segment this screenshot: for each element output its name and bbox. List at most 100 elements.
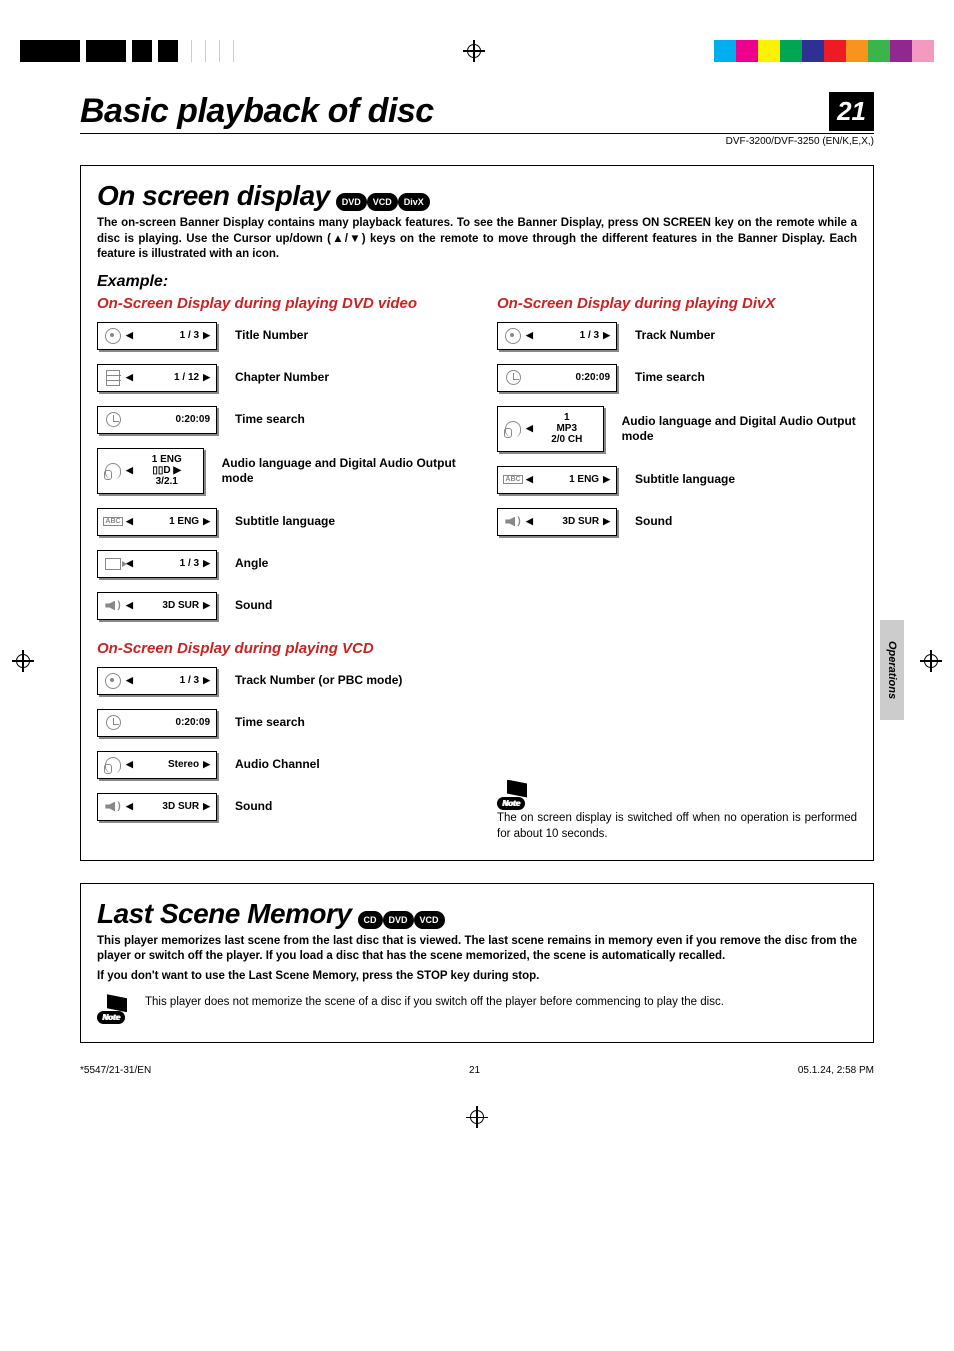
vcd-heading: On-Screen Display during playing VCD <box>97 640 457 657</box>
right-color-blocks <box>714 40 934 62</box>
disc-badge-dvd: DVD <box>383 911 414 929</box>
osd-row: ◀1 / 3▶Track Number (or PBC mode) <box>97 667 457 695</box>
osd-description: Audio language and Digital Audio Output … <box>622 414 857 444</box>
osd-value: 1 ENG <box>537 474 599 485</box>
osd-value: 1 ENG <box>137 516 199 527</box>
osd-indicator-box: ◀1 / 12▶ <box>97 364 217 392</box>
osd-description: Track Number <box>635 328 715 343</box>
osd-indicator-box: 0:20:09 <box>497 364 617 392</box>
right-arrow-icon: ▶ <box>203 600 210 611</box>
registration-mark-right-icon <box>920 650 942 672</box>
osd-indicator-box: )◀3D SUR▶ <box>497 508 617 536</box>
disc-icon <box>104 672 122 690</box>
osd-description: Time search <box>235 715 305 730</box>
head-icon <box>104 462 122 480</box>
left-arrow-icon: ◀ <box>126 675 133 686</box>
osd-description: Audio Channel <box>235 757 320 772</box>
osd-description: Time search <box>635 370 705 385</box>
left-arrow-icon: ◀ <box>126 600 133 611</box>
left-arrow-icon: ◀ <box>126 516 133 527</box>
disc-badge-divx: DivX <box>398 193 430 211</box>
osd-description: Track Number (or PBC mode) <box>235 673 402 688</box>
osd-value: 3D SUR <box>537 516 599 527</box>
lsm-intro-text-2: If you don't want to use the Last Scene … <box>97 969 857 985</box>
clock-icon <box>504 369 522 387</box>
side-tab-operations: Operations <box>880 620 904 720</box>
page-number-box: 21 <box>829 92 874 131</box>
osd-indicator-box: 0:20:09 <box>97 406 217 434</box>
left-arrow-icon: ◀ <box>526 330 533 341</box>
osd-value: 3D SUR <box>137 600 199 611</box>
osd-indicator-box: 0:20:09 <box>97 709 217 737</box>
on-screen-display-section: On screen display DVDVCDDivX The on-scre… <box>80 165 874 861</box>
print-registration-bar <box>0 0 954 72</box>
abc-icon: ABC <box>104 513 122 531</box>
osd-row: ◀1 / 3▶ Title Number <box>97 322 457 350</box>
left-black-blocks <box>20 40 234 62</box>
disc-badge-vcd: VCD <box>367 193 398 211</box>
right-arrow-icon: ▶ <box>203 759 210 770</box>
osd-value: 0:20:09 <box>126 414 210 425</box>
left-arrow-icon: ◀ <box>126 330 133 341</box>
osd-description: Sound <box>235 799 272 814</box>
spk-icon: ) <box>104 597 122 615</box>
model-info: DVF-3200/DVF-3250 (EN/K,E,X,) <box>80 136 874 147</box>
right-arrow-icon: ▶ <box>203 675 210 686</box>
lsm-intro-text: This player memorizes last scene from th… <box>97 934 857 965</box>
chap-icon <box>104 369 122 387</box>
osd-row: 0:20:09 Time search <box>97 709 457 737</box>
osd-value: 1 / 12 <box>137 372 199 383</box>
osd-indicator-box: ABC ◀ 1 ENG ▶ <box>97 508 217 536</box>
osd-indicator-box: ◀ Stereo ▶ <box>97 751 217 779</box>
osd-value: 1 MP3 2/0 CH <box>537 412 597 445</box>
osd-row: 0:20:09 Time search <box>497 364 857 392</box>
osd-value: 1 / 3 <box>137 558 199 569</box>
left-arrow-icon: ◀ <box>126 465 133 476</box>
left-arrow-icon: ◀ <box>526 423 533 434</box>
osd-description: Angle <box>235 556 268 571</box>
osd-value: 0:20:09 <box>126 717 210 728</box>
right-arrow-icon: ▶ <box>203 516 210 527</box>
side-tab-label: Operations <box>886 641 898 699</box>
osd-description: Subtitle language <box>235 514 335 529</box>
osd-value: 0:20:09 <box>526 372 610 383</box>
osd-row: )◀3D SUR▶Sound <box>97 592 457 620</box>
osd-indicator-box: ◀ 1 MP3 2/0 CH <box>497 406 604 452</box>
registration-mark-left-icon <box>12 650 34 672</box>
section-title-text: On screen display <box>97 180 330 212</box>
osd-row: ABC◀1 ENG▶Subtitle language <box>497 466 857 494</box>
left-arrow-icon: ◀ <box>126 759 133 770</box>
disc-icon <box>104 327 122 345</box>
left-arrow-icon: ◀ <box>126 801 133 812</box>
footer-right: 05.1.24, 2:58 PM <box>798 1065 874 1076</box>
note-icon: Note <box>97 994 133 1024</box>
osd-description: Subtitle language <box>635 472 735 487</box>
osd-description: Audio language and Digital Audio Output … <box>222 456 457 486</box>
clock-icon <box>104 411 122 429</box>
right-arrow-icon: ▶ <box>203 330 210 341</box>
cam-icon <box>104 555 122 573</box>
osd-description: Sound <box>635 514 672 529</box>
last-scene-memory-section: Last Scene Memory CDDVDVCD This player m… <box>80 883 874 1044</box>
right-arrow-icon: ▶ <box>203 558 210 569</box>
head-icon <box>104 756 122 774</box>
right-arrow-icon: ▶ <box>603 516 610 527</box>
right-arrow-icon: ▶ <box>603 330 610 341</box>
osd-row: )◀3D SUR▶Sound <box>97 793 457 821</box>
osd-description: Title Number <box>235 328 308 343</box>
osd-row: 0:20:09Time search <box>97 406 457 434</box>
osd-value: 1 / 3 <box>537 330 599 341</box>
clock-icon <box>104 714 122 732</box>
page-title: Basic playback of disc <box>80 92 434 131</box>
osd-description: Chapter Number <box>235 370 329 385</box>
dvd-heading: On-Screen Display during playing DVD vid… <box>97 295 457 312</box>
abc-icon: ABC <box>504 471 522 489</box>
osd-value: Stereo <box>137 759 199 770</box>
osd-row: ◀ Stereo ▶ Audio Channel <box>97 751 457 779</box>
head-icon <box>504 420 522 438</box>
osd-indicator-box: ◀1 / 3▶ <box>97 322 217 350</box>
section-title-osd: On screen display DVDVCDDivX <box>97 180 430 212</box>
page-header: Basic playback of disc 21 <box>80 92 874 134</box>
section-title-text: Last Scene Memory <box>97 898 352 930</box>
spk-icon: ) <box>104 798 122 816</box>
